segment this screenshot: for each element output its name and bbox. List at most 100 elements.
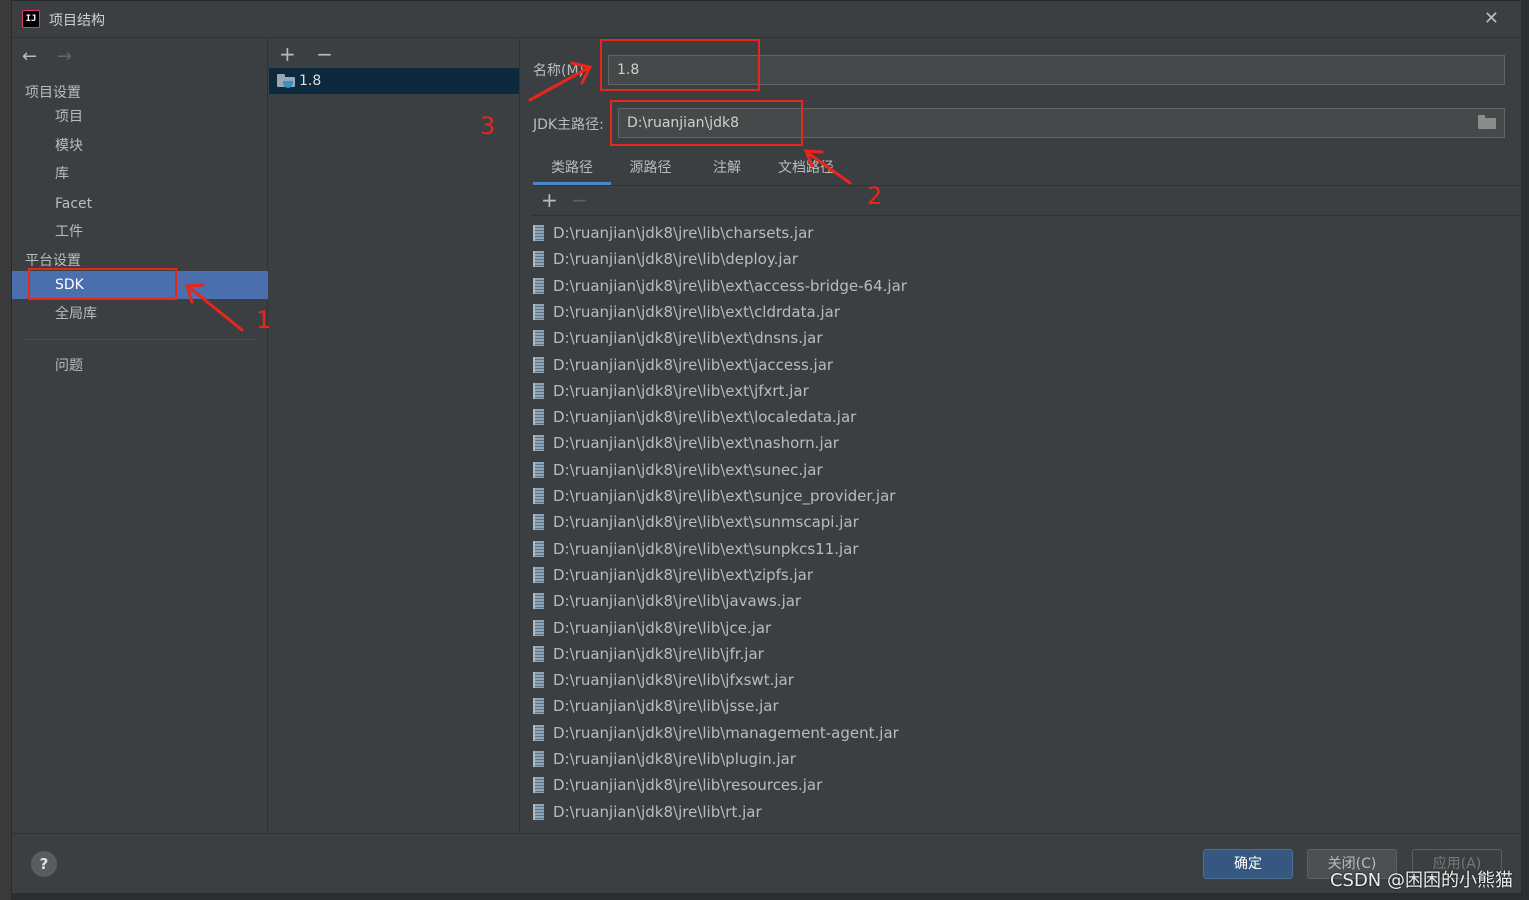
classpath-item[interactable]: D:\ruanjian\jdk8\jre\lib\ext\nashorn.jar bbox=[533, 430, 839, 456]
add-path-icon[interactable]: + bbox=[541, 188, 558, 212]
classpath-item-label: D:\ruanjian\jdk8\jre\lib\rt.jar bbox=[553, 802, 762, 821]
sdk-list-toolbar: + − bbox=[279, 42, 347, 66]
csdn-watermark: CSDN @困困的小熊猫 bbox=[1329, 870, 1513, 891]
classpath-item-label: D:\ruanjian\jdk8\jre\lib\ext\sunpkcs11.j… bbox=[553, 539, 859, 558]
background-ide-strip bbox=[0, 0, 11, 900]
classpath-item[interactable]: D:\ruanjian\jdk8\jre\lib\ext\sunmscapi.j… bbox=[533, 509, 859, 535]
classpath-item-label: D:\ruanjian\jdk8\jre\lib\resources.jar bbox=[553, 776, 823, 795]
classpath-item-label: D:\ruanjian\jdk8\jre\lib\javaws.jar bbox=[553, 592, 802, 611]
sdk-details: 名称(M): 1.8 JDK主路径: D:\ruanjian\jdk8 类路径 … bbox=[521, 38, 1523, 833]
classpath-item-label: D:\ruanjian\jdk8\jre\lib\plugin.jar bbox=[553, 750, 796, 768]
jar-archive-icon bbox=[533, 724, 544, 741]
annotation-number-2: 2 bbox=[867, 182, 883, 210]
nav-item-global-libraries[interactable]: 全局库 bbox=[12, 300, 268, 328]
classpath-item[interactable]: D:\ruanjian\jdk8\jre\lib\jfr.jar bbox=[533, 641, 764, 667]
jar-archive-icon bbox=[533, 225, 544, 241]
classpath-item-label: D:\ruanjian\jdk8\jre\lib\ext\jaccess.jar bbox=[553, 355, 834, 374]
back-arrow-icon[interactable]: ← bbox=[22, 46, 37, 67]
nav-item-problems[interactable]: 问题 bbox=[12, 352, 268, 380]
sdk-list-item[interactable]: 1.8 bbox=[269, 68, 519, 94]
classpath-item-label: D:\ruanjian\jdk8\jre\lib\ext\jfxrt.jar bbox=[553, 381, 809, 400]
classpath-item[interactable]: D:\ruanjian\jdk8\jre\lib\rt.jar bbox=[533, 799, 762, 825]
jar-archive-icon bbox=[533, 277, 544, 294]
classpath-list: D:\ruanjian\jdk8\jre\lib\charsets.jar D:\… bbox=[521, 220, 1521, 830]
close-icon[interactable]: ✕ bbox=[1484, 8, 1499, 29]
tab-sourcepath[interactable]: 源路径 bbox=[623, 154, 678, 185]
annotation-number-3: 3 bbox=[480, 112, 496, 140]
nav-item-facet[interactable]: Facet bbox=[12, 190, 268, 218]
remove-sdk-icon[interactable]: − bbox=[316, 42, 333, 66]
jar-archive-icon bbox=[533, 330, 544, 347]
classpath-item[interactable]: D:\ruanjian\jdk8\jre\lib\jfxswt.jar bbox=[533, 667, 794, 693]
classpath-item-label: D:\ruanjian\jdk8\jre\lib\charsets.jar bbox=[553, 224, 814, 242]
classpath-item[interactable]: D:\ruanjian\jdk8\jre\lib\ext\access-brid… bbox=[533, 273, 907, 299]
sdk-tabs: 类路径 源路径 注解 文档路径 bbox=[533, 154, 1523, 186]
classpath-item-label: D:\ruanjian\jdk8\jre\lib\jfr.jar bbox=[553, 644, 764, 663]
jar-archive-icon bbox=[533, 409, 544, 426]
classpath-item[interactable]: D:\ruanjian\jdk8\jre\lib\ext\sunec.jar bbox=[533, 457, 823, 483]
nav-item-libraries[interactable]: 库 bbox=[12, 160, 268, 188]
jar-archive-icon bbox=[533, 540, 544, 557]
classpath-item-label: D:\ruanjian\jdk8\jre\lib\jsse.jar bbox=[553, 697, 779, 716]
nav-item-artifacts[interactable]: 工件 bbox=[12, 218, 268, 246]
classpath-item-label: D:\ruanjian\jdk8\jre\lib\jce.jar bbox=[553, 618, 772, 637]
classpath-item[interactable]: D:\ruanjian\jdk8\jre\lib\javaws.jar bbox=[533, 588, 801, 614]
sdk-list-panel: + − 1.8 bbox=[269, 38, 520, 833]
forward-arrow-icon[interactable]: → bbox=[57, 46, 72, 67]
annotation-box-name bbox=[600, 39, 760, 91]
classpath-item[interactable]: D:\ruanjian\jdk8\jre\lib\ext\sunjce_prov… bbox=[533, 483, 895, 509]
nav-item-project[interactable]: 项目 bbox=[12, 103, 268, 131]
classpath-item[interactable]: D:\ruanjian\jdk8\jre\lib\ext\dnsns.jar bbox=[533, 325, 823, 351]
jar-archive-icon bbox=[533, 382, 544, 399]
ok-button[interactable]: 确定 bbox=[1203, 849, 1293, 879]
nav-item-modules[interactable]: 模块 bbox=[12, 132, 268, 160]
browse-folder-icon[interactable] bbox=[1478, 115, 1496, 129]
name-label: 名称(M): bbox=[533, 63, 589, 79]
tab-documentation-paths[interactable]: 文档路径 bbox=[771, 154, 841, 185]
nav-history: ← → bbox=[22, 46, 86, 67]
dialog-footer: ? 确定 关闭(C) 应用(A) bbox=[12, 833, 1521, 893]
annotation-number-1: 1 bbox=[256, 306, 272, 334]
classpath-item-label: D:\ruanjian\jdk8\jre\lib\ext\cldrdata.ja… bbox=[553, 302, 840, 321]
jar-archive-icon bbox=[533, 751, 544, 767]
jar-archive-icon bbox=[533, 777, 544, 794]
classpath-item[interactable]: D:\ruanjian\jdk8\jre\lib\ext\zipfs.jar bbox=[533, 562, 813, 588]
classpath-item[interactable]: D:\ruanjian\jdk8\jre\lib\management-agen… bbox=[533, 720, 899, 746]
intellij-logo-icon: IJ bbox=[22, 10, 40, 28]
classpath-item[interactable]: D:\ruanjian\jdk8\jre\lib\ext\jaccess.jar bbox=[533, 352, 833, 378]
classpath-item[interactable]: D:\ruanjian\jdk8\jre\lib\charsets.jar bbox=[533, 220, 813, 246]
classpath-item-label: D:\ruanjian\jdk8\jre\lib\ext\sunec.jar bbox=[553, 460, 823, 479]
classpath-item[interactable]: D:\ruanjian\jdk8\jre\lib\jce.jar bbox=[533, 615, 771, 641]
classpath-item[interactable]: D:\ruanjian\jdk8\jre\lib\resources.jar bbox=[533, 772, 822, 798]
classpath-item[interactable]: D:\ruanjian\jdk8\jre\lib\ext\localedata.… bbox=[533, 404, 856, 430]
help-icon[interactable]: ? bbox=[31, 851, 57, 877]
jar-archive-icon bbox=[533, 645, 544, 662]
classpath-item-label: D:\ruanjian\jdk8\jre\lib\ext\sunmscapi.j… bbox=[553, 513, 859, 532]
remove-path-icon[interactable]: − bbox=[571, 188, 588, 212]
jar-archive-icon bbox=[533, 435, 544, 452]
tab-classpath[interactable]: 类路径 bbox=[533, 154, 611, 185]
classpath-item[interactable]: D:\ruanjian\jdk8\jre\lib\plugin.jar bbox=[533, 746, 796, 772]
add-sdk-icon[interactable]: + bbox=[279, 42, 296, 66]
nav-divider bbox=[25, 339, 255, 340]
classpath-item[interactable]: D:\ruanjian\jdk8\jre\lib\ext\jfxrt.jar bbox=[533, 378, 809, 404]
classpath-item[interactable]: D:\ruanjian\jdk8\jre\lib\ext\sunpkcs11.j… bbox=[533, 536, 859, 562]
jdk-path-label: JDK主路径: bbox=[533, 117, 604, 133]
jdk-folder-icon bbox=[277, 74, 295, 88]
jar-archive-icon bbox=[533, 251, 544, 268]
jar-archive-icon bbox=[533, 698, 544, 715]
classpath-toolbar: + − bbox=[531, 188, 1521, 216]
tab-annotations[interactable]: 注解 bbox=[697, 154, 757, 185]
jar-archive-icon bbox=[533, 514, 544, 531]
classpath-item[interactable]: D:\ruanjian\jdk8\jre\lib\ext\cldrdata.ja… bbox=[533, 299, 840, 325]
classpath-item[interactable]: D:\ruanjian\jdk8\jre\lib\jsse.jar bbox=[533, 693, 779, 719]
jar-archive-icon bbox=[533, 803, 544, 820]
classpath-item-label: D:\ruanjian\jdk8\jre\lib\jfxswt.jar bbox=[553, 671, 794, 690]
title-bar: IJ 项目结构 ✕ bbox=[12, 1, 1521, 38]
classpath-item[interactable]: D:\ruanjian\jdk8\jre\lib\deploy.jar bbox=[533, 246, 798, 272]
section-platform-settings: 平台设置 bbox=[25, 253, 81, 269]
classpath-item-label: D:\ruanjian\jdk8\jre\lib\ext\access-brid… bbox=[553, 276, 907, 295]
jar-archive-icon bbox=[533, 303, 544, 320]
classpath-item-label: D:\ruanjian\jdk8\jre\lib\ext\localedata.… bbox=[553, 408, 857, 427]
classpath-item-label: D:\ruanjian\jdk8\jre\lib\ext\sunjce_prov… bbox=[553, 487, 896, 505]
